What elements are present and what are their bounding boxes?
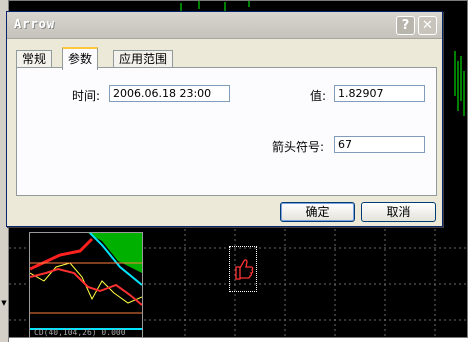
- indicator-label: CD(40,104,26) 0.000: [34, 328, 126, 337]
- thumbs-up-icon: [235, 259, 254, 280]
- time-label: 时间:: [72, 89, 101, 103]
- arrow-code-label: 箭头符号:: [272, 140, 325, 154]
- close-button[interactable]: ✕: [418, 16, 437, 35]
- price-field[interactable]: 1.82907: [334, 85, 425, 102]
- ok-button[interactable]: 确定: [280, 202, 355, 222]
- dialog-titlebar[interactable]: Arrow ? ✕: [7, 12, 442, 39]
- time-field[interactable]: 2006.06.18 23:00: [109, 85, 230, 102]
- indicator-plot: [30, 233, 142, 330]
- arrow-properties-dialog: Arrow ? ✕ 常规 参数 应用范围 时间: 2006.06.18 23:0…: [6, 11, 443, 227]
- price-label: 值:: [310, 89, 327, 103]
- help-icon: ?: [401, 18, 410, 33]
- dialog-title: Arrow: [14, 17, 56, 31]
- close-icon: ✕: [422, 18, 433, 33]
- indicator-subwindow[interactable]: [29, 232, 143, 338]
- arrow-code-field[interactable]: 67: [334, 136, 425, 153]
- tab-parameters[interactable]: 参数: [62, 47, 99, 70]
- tab-visualization[interactable]: 应用范围: [113, 50, 174, 68]
- parameters-panel: 时间: 2006.06.18 23:00 值: 1.82907 箭头符号: 67: [16, 67, 437, 196]
- help-button[interactable]: ?: [396, 16, 415, 35]
- arrow-object[interactable]: [229, 246, 257, 292]
- tab-common[interactable]: 常规: [16, 50, 53, 68]
- cancel-button[interactable]: 取消: [361, 202, 436, 222]
- scroll-down-icon[interactable]: ▼: [0, 298, 8, 308]
